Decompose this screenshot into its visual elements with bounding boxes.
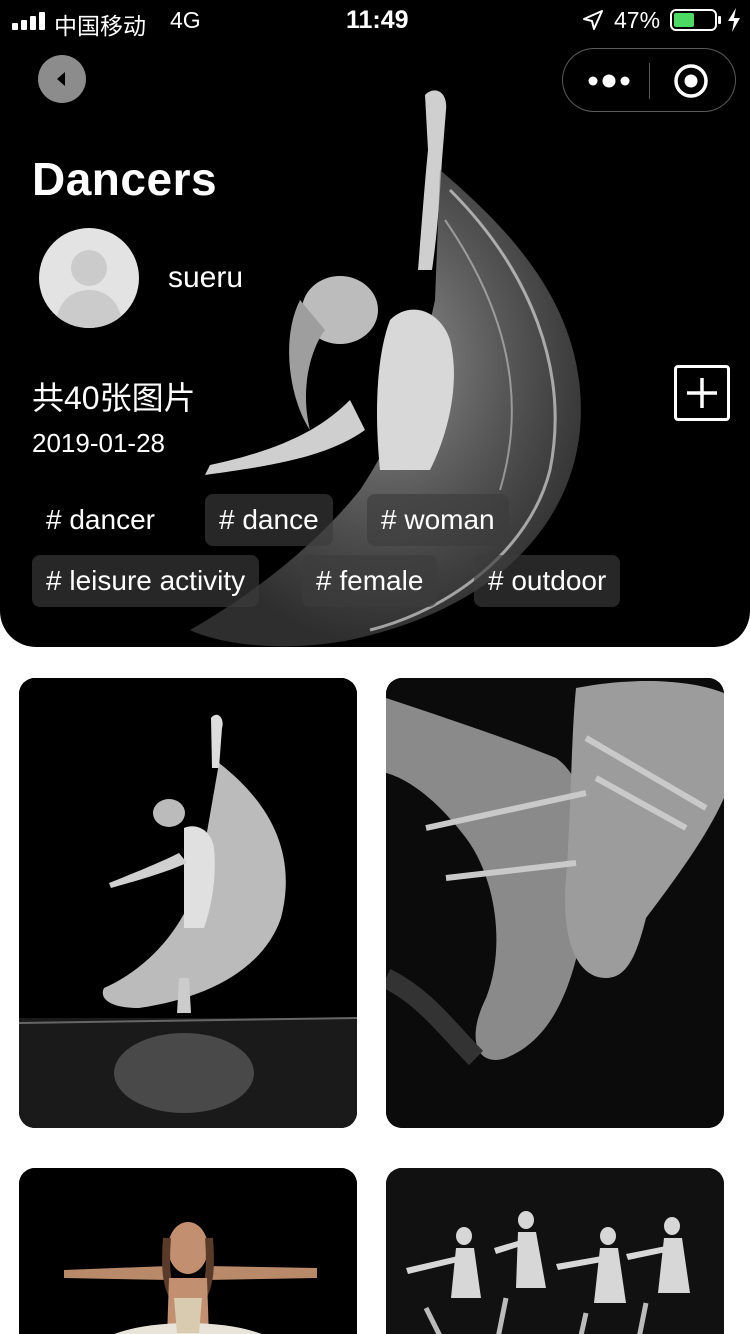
tag-chip[interactable]: # dancer — [32, 494, 169, 546]
album-header: 中国移动 4G 11:49 47% Dancers sueru 共40张图片 2… — [0, 0, 750, 647]
photo-thumbnail[interactable] — [19, 1168, 357, 1334]
username[interactable]: sueru — [168, 261, 243, 295]
network-type: 4G — [170, 7, 201, 33]
charging-icon — [728, 8, 740, 32]
carrier-name: 中国移动 — [54, 13, 146, 39]
add-button[interactable] — [674, 365, 730, 421]
photo-thumbnail[interactable] — [19, 678, 357, 1128]
avatar-placeholder-icon — [55, 250, 123, 328]
signal-strength-icon — [12, 12, 48, 30]
photo-thumbnail[interactable] — [386, 1168, 724, 1334]
capsule-divider — [649, 63, 650, 99]
photo-count: 共40张图片 — [32, 380, 196, 416]
status-time: 11:49 — [346, 6, 409, 34]
dance-troupe-photo — [386, 1168, 724, 1334]
pointe-shoes-photo — [386, 678, 724, 1128]
avatar[interactable] — [39, 228, 139, 328]
back-button[interactable] — [38, 55, 86, 103]
tag-chip[interactable]: # outdoor — [474, 555, 621, 607]
more-dots-icon[interactable] — [585, 71, 633, 91]
album-date: 2019-01-28 — [32, 428, 165, 458]
tag-chip[interactable]: # dance — [205, 494, 333, 546]
battery-icon — [670, 9, 721, 31]
photo-thumbnail[interactable] — [386, 678, 724, 1128]
battery-percentage: 47% — [614, 7, 661, 33]
plus-icon — [687, 378, 717, 408]
back-arrow-icon — [57, 72, 65, 86]
miniprogram-capsule — [562, 48, 736, 112]
tag-chip[interactable]: # leisure activity — [32, 555, 260, 607]
dancer-photo — [19, 678, 357, 1128]
tag-chip[interactable]: # female — [302, 555, 438, 607]
location-arrow-icon — [583, 10, 603, 30]
tag-chip[interactable]: # woman — [367, 494, 509, 546]
ballerina-photo — [19, 1168, 357, 1334]
page-title: Dancers — [32, 153, 218, 205]
target-icon[interactable] — [673, 63, 709, 99]
status-bar: 中国移动 4G 11:49 47% — [0, 0, 750, 40]
